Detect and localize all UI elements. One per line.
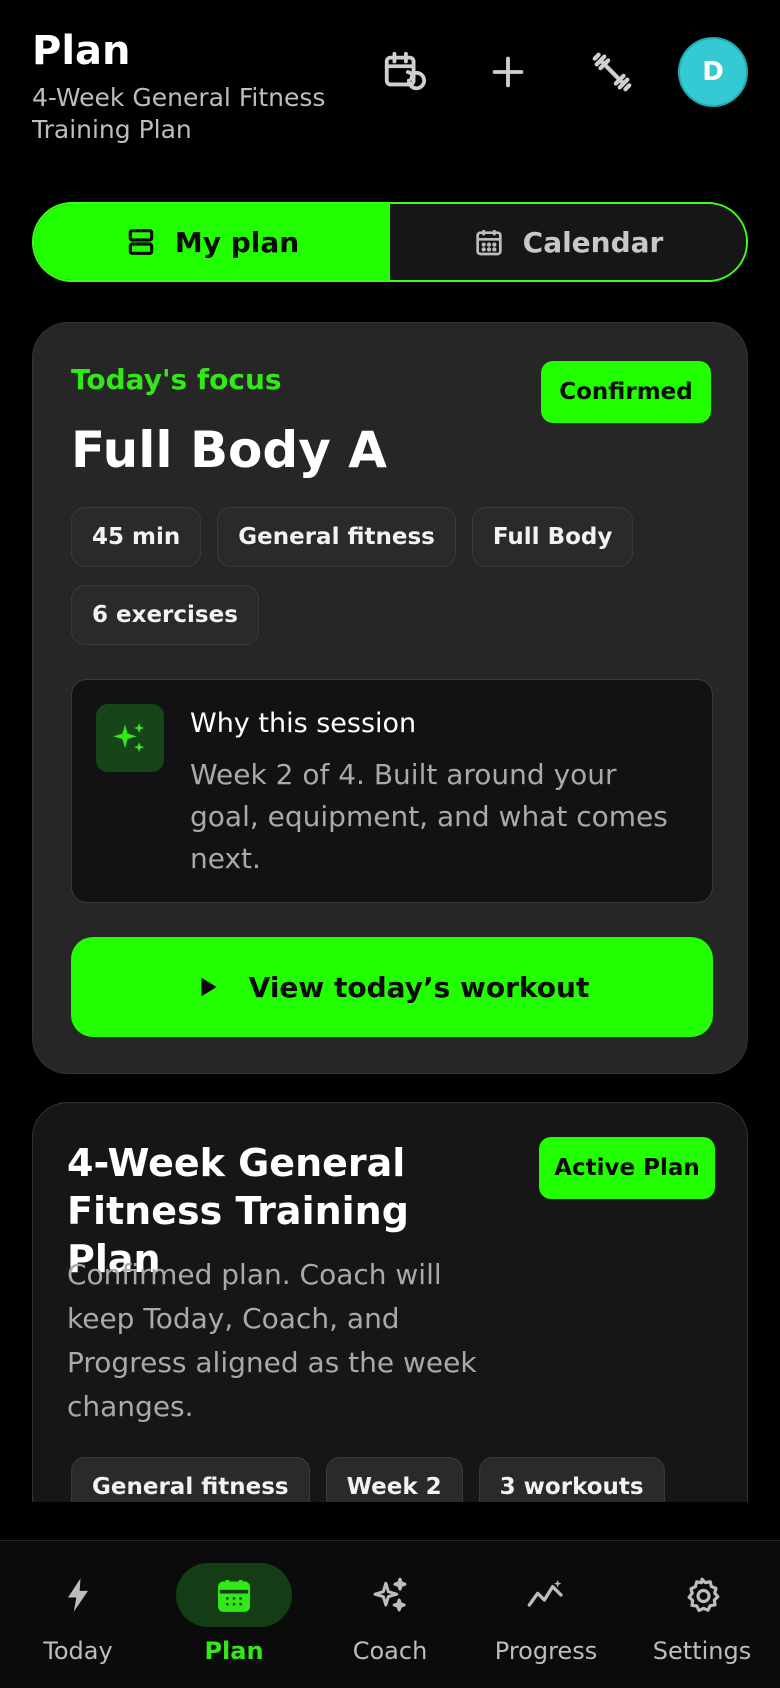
todays-focus-card: Today's focus Confirmed Full Body A 45 m… [32,322,748,1074]
calendar-icon [475,230,502,256]
nav-item-progress[interactable]: Progress [468,1541,624,1688]
plus-icon [492,56,524,88]
tab-calendar-label: Calendar [522,225,664,259]
why-this-session: Why this session Week 2 of 4. Built arou… [71,679,713,903]
add-button[interactable] [472,36,544,108]
gear-icon [687,1577,720,1613]
plan-card-viewport: 4-Week General Fitness Training Plan Act… [32,1102,748,1502]
nav-label: Progress [494,1637,598,1665]
tag-chip: General fitness [217,507,456,567]
trend-icon [527,1580,563,1607]
active-plan-card[interactable]: 4-Week General Fitness Training Plan Act… [32,1102,748,1502]
nav-item-settings[interactable]: Settings [624,1541,780,1688]
play-icon [201,977,217,997]
plan-description: Confirmed plan. Coach will keep Today, C… [67,1258,477,1423]
focus-kicker: Today's focus [71,363,282,396]
page-title: Plan [32,28,131,74]
nav-label: Today [43,1637,113,1665]
bolt-icon [68,1578,88,1612]
header-actions: D [336,36,748,108]
calendar-icon [218,1580,250,1612]
plan-screen: Plan 4-Week General Fitness Training Pla… [0,0,780,1688]
list-layout-icon [128,229,154,255]
avatar[interactable]: D [678,37,748,107]
tab-calendar[interactable]: Calendar [390,204,746,280]
view-toggle: My plan Calendar [32,202,748,282]
reschedule-button[interactable] [368,36,440,108]
tag-chip: 45 min [71,507,202,567]
nav-label: Settings [652,1637,752,1665]
view-workout-button[interactable]: View today’s workout [71,937,713,1037]
page-subtitle: 4-Week General Fitness Training Plan [32,83,326,144]
nav-icon-container [488,1563,604,1627]
dumbbell-icon [592,52,632,92]
why-title: Why this session [190,708,417,739]
workout-title: Full Body A [71,421,387,479]
tag-chip: Week 2 [325,1457,463,1502]
tag-chip: Full Body [471,507,634,567]
nav-item-plan[interactable]: Plan [156,1541,312,1688]
nav-icon-container [332,1563,448,1627]
nav-icon-container [20,1563,136,1627]
nav-item-coach[interactable]: Coach [312,1541,468,1688]
tag-chip: General fitness [71,1457,310,1502]
tab-my-plan-label: My plan [174,225,300,259]
nav-label: Plan [204,1637,264,1665]
nav-icon-container [644,1563,760,1627]
tab-my-plan[interactable]: My plan [34,204,390,280]
calendar-refresh-icon [384,51,427,91]
status-badge: Confirmed [541,361,711,423]
why-text: Week 2 of 4. Built around your goal, equ… [190,758,668,875]
nav-label: Coach [352,1637,428,1665]
nav-item-today[interactable]: Today [0,1541,156,1688]
header: Plan 4-Week General Fitness Training Pla… [32,28,748,148]
workout-tags: 45 min General fitness Full Body 6 exerc… [71,507,711,645]
sparkles-icon [113,723,145,753]
sparkles-icon [373,1577,407,1612]
bottom-nav: Today Plan Coach Progress Settings [0,1540,780,1688]
sparkles-badge [96,704,164,772]
tag-chip: 6 exercises [71,585,259,645]
equipment-button[interactable] [576,36,648,108]
active-plan-badge: Active Plan [539,1137,715,1199]
tag-chip: 3 workouts [478,1457,665,1502]
view-workout-label: View today’s workout [248,970,590,1004]
nav-icon-container [176,1563,292,1627]
plan-tags: General fitness Week 2 3 workouts [71,1457,731,1502]
